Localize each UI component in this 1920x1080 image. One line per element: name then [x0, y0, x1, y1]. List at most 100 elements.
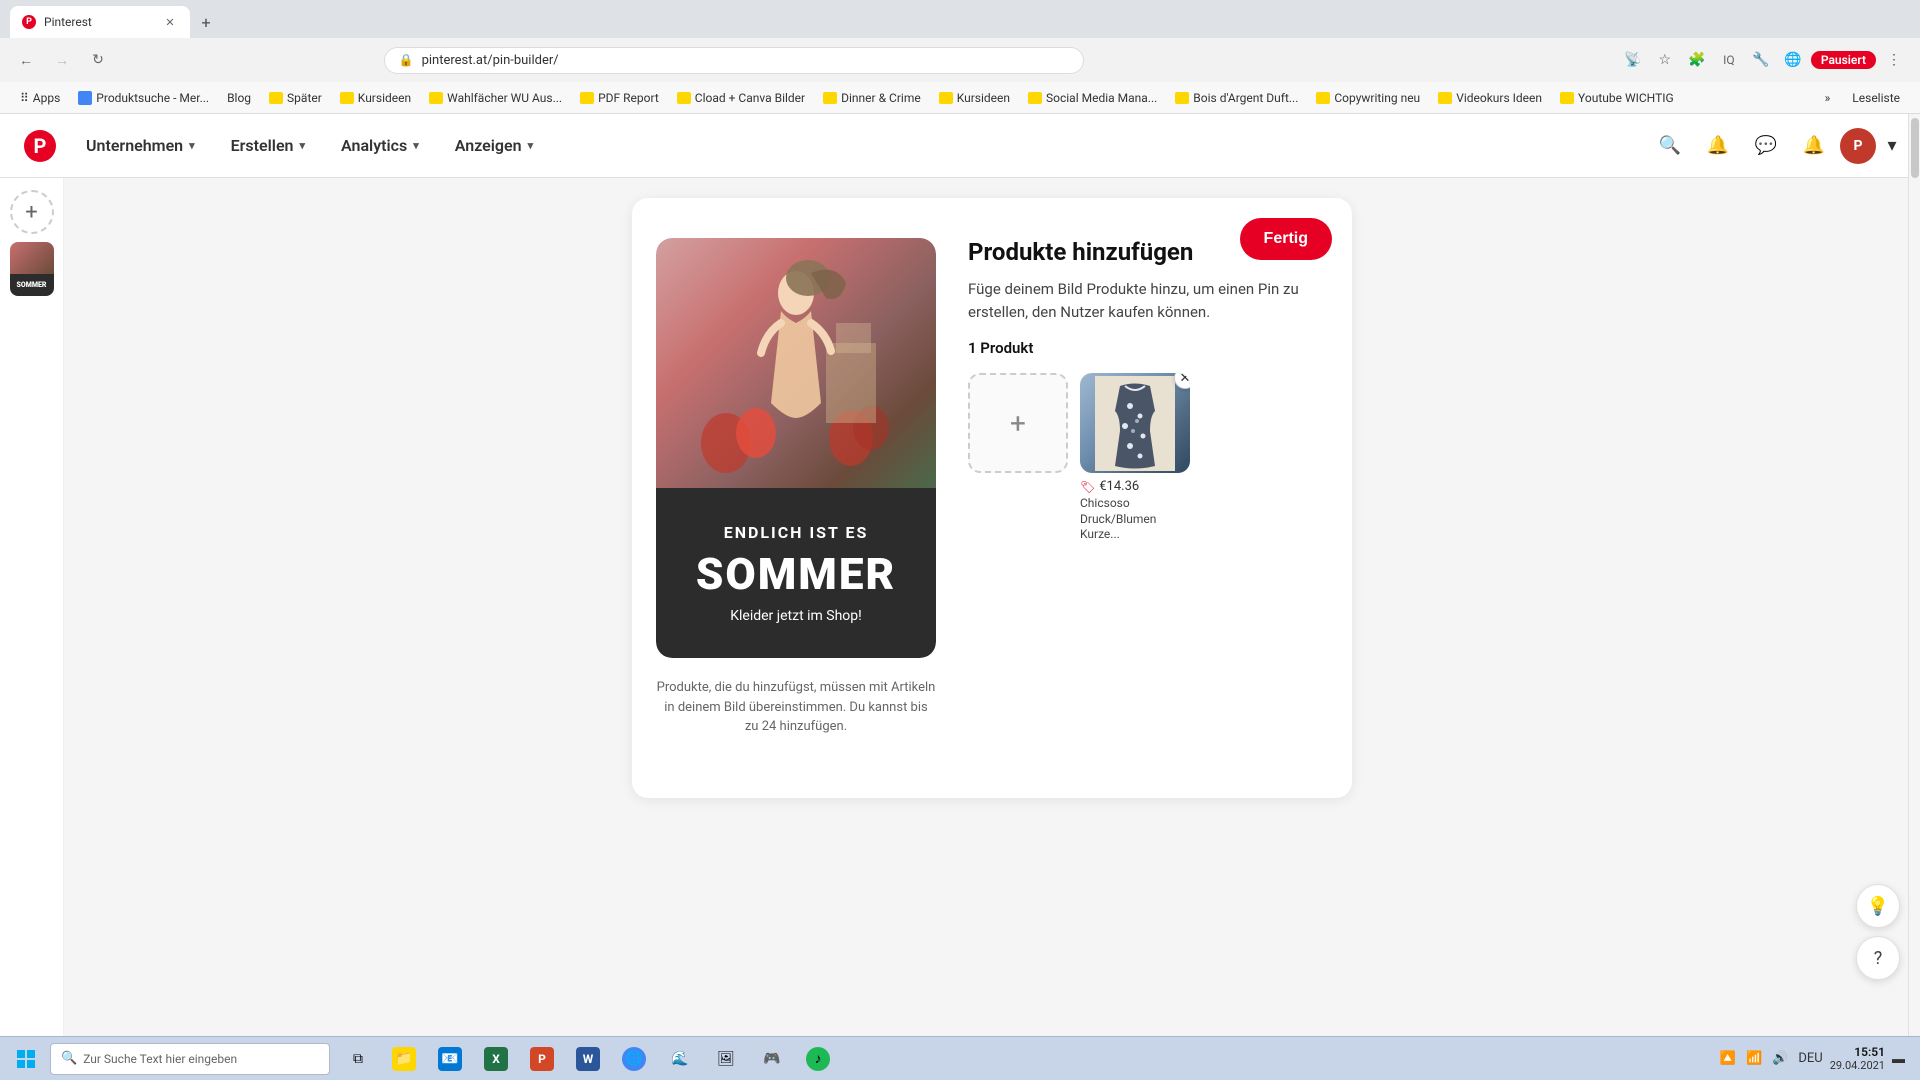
pin-text-endlich: ENDLICH IST ES: [724, 523, 869, 542]
taskbar-app-excel[interactable]: X: [474, 1039, 518, 1079]
pin-thumbnail-preview[interactable]: SOMMER: [10, 242, 54, 296]
activity-button[interactable]: 🔔: [1792, 124, 1836, 168]
pinterest-logo[interactable]: P: [16, 122, 64, 170]
taskbar-app-explorer[interactable]: 📁: [382, 1039, 426, 1079]
lightbulb-button[interactable]: 💡: [1856, 884, 1900, 928]
bookmark-folder-social[interactable]: Social Media Mana...: [1020, 88, 1165, 108]
taskbar-app-browser[interactable]: 🌐: [612, 1039, 656, 1079]
taskbar-app-taskview[interactable]: ⧉: [336, 1039, 380, 1079]
taskbar-app-spotify[interactable]: ♪: [796, 1039, 840, 1079]
left-sidebar: + SOMMER: [0, 178, 64, 1080]
tab-close-icon[interactable]: ✕: [162, 14, 178, 30]
taskbar-show-desktop[interactable]: ▬: [1889, 1049, 1908, 1069]
bookmark-folder-pdf[interactable]: PDF Report: [572, 88, 667, 108]
help-button[interactable]: ?: [1856, 936, 1900, 980]
bookmark-label-copywriting: Copywriting neu: [1334, 91, 1420, 105]
product-count-label: 1 Produkt: [968, 339, 1328, 357]
folder-icon-youtube: [1560, 92, 1574, 104]
bookmark-label-pdf: PDF Report: [598, 91, 659, 105]
iq-button[interactable]: IQ: [1715, 46, 1743, 74]
notifications-button[interactable]: 🔔: [1696, 124, 1740, 168]
user-avatar[interactable]: P: [1840, 128, 1876, 164]
chevron-down-icon-user[interactable]: ▾: [1880, 124, 1904, 168]
search-button[interactable]: 🔍: [1648, 124, 1692, 168]
bookmark-folder-videokurs[interactable]: Videokurs Ideen: [1430, 88, 1550, 108]
search-icon: 🔍: [1659, 135, 1681, 156]
spotify-icon: ♪: [806, 1047, 830, 1071]
taskbar-app-word[interactable]: W: [566, 1039, 610, 1079]
extension3-button[interactable]: 🌐: [1779, 46, 1807, 74]
start-button[interactable]: [4, 1039, 48, 1079]
bookmarks-more[interactable]: »: [1817, 88, 1839, 108]
add-product-slot[interactable]: +: [968, 373, 1068, 473]
nav-item-anzeigen[interactable]: Anzeigen ▾: [441, 128, 547, 163]
scrollbar-thumb[interactable]: [1911, 118, 1919, 178]
forward-button[interactable]: →: [48, 46, 76, 74]
reload-button[interactable]: ↻: [84, 46, 112, 74]
taskbar-app-edge[interactable]: 🌊: [658, 1039, 702, 1079]
add-pin-button[interactable]: +: [10, 190, 54, 234]
taskbar-app-photos[interactable]: 🖼: [704, 1039, 748, 1079]
product-dress-image: [1095, 376, 1175, 471]
bookmark-label-später: Später: [287, 91, 322, 105]
fertig-button[interactable]: Fertig: [1240, 218, 1332, 260]
pin-text-sommer: SOMMER: [696, 548, 896, 600]
taskbar-notification-icon[interactable]: 🔼: [1717, 1049, 1739, 1068]
folder-icon-social: [1028, 92, 1042, 104]
chevron-down-icon-unternehmen: ▾: [189, 139, 195, 152]
bookmark-leseliste[interactable]: Leseliste: [1844, 88, 1908, 108]
messages-button[interactable]: 💬: [1744, 124, 1788, 168]
pin-text-kleider: Kleider jetzt im Shop!: [730, 608, 862, 624]
taskbar-network-icon[interactable]: 📶: [1743, 1049, 1765, 1068]
url-bar[interactable]: 🔒 pinterest.at/pin-builder/: [384, 47, 1084, 74]
bookmark-folder-dinner[interactable]: Dinner & Crime: [815, 88, 929, 108]
bookmark-folder-youtube[interactable]: Youtube WICHTIG: [1552, 88, 1682, 108]
pin-image-wrapper: ENDLICH IST ES SOMMER Kleider jetzt im S…: [656, 238, 936, 658]
more-options-button[interactable]: ⋮: [1880, 46, 1908, 74]
bookmark-button[interactable]: ☆: [1651, 46, 1679, 74]
pinterest-navbar: P Unternehmen ▾ Erstellen ▾ Analytics ▾ …: [0, 114, 1920, 178]
bookmark-folder-wahlfächer[interactable]: Wahlfächer WU Aus...: [421, 88, 570, 108]
extension-button[interactable]: 🧩: [1683, 46, 1711, 74]
bookmark-folder-canva[interactable]: Cload + Canva Bilder: [669, 88, 813, 108]
bookmark-label-kursideen2: Kursideen: [957, 91, 1010, 105]
bookmark-produktsuche[interactable]: Produktsuche - Mer...: [70, 88, 217, 108]
main-content: Fertig: [64, 178, 1920, 1080]
pin-footer-description: Produkte, die du hinzufügst, müssen mit …: [656, 678, 936, 737]
extension2-button[interactable]: 🔧: [1747, 46, 1775, 74]
bookmark-folder-später[interactable]: Später: [261, 88, 330, 108]
bookmark-folder-kursideen2[interactable]: Kursideen: [931, 88, 1018, 108]
taskbar-app-games[interactable]: 🎮: [750, 1039, 794, 1079]
taskbar-app-email[interactable]: 📧: [428, 1039, 472, 1079]
right-scrollbar[interactable]: [1908, 114, 1920, 1036]
bookmark-blog[interactable]: Blog: [219, 88, 259, 108]
bookmarks-apps[interactable]: ⠿ Apps: [12, 88, 68, 108]
nav-icons: 🔍 🔔 💬 🔔 P ▾: [1648, 124, 1904, 168]
bookmark-folder-copywriting[interactable]: Copywriting neu: [1308, 88, 1428, 108]
taskbar-date-display: 29.04.2021: [1830, 1059, 1885, 1072]
user-profile-badge[interactable]: Pausiert: [1811, 51, 1876, 69]
cast-button[interactable]: 📡: [1619, 46, 1647, 74]
back-button[interactable]: ←: [12, 46, 40, 74]
taskbar: 🔍 Zur Suche Text hier eingeben ⧉ 📁 📧 X P…: [0, 1036, 1920, 1080]
bookmark-folder-kursideen1[interactable]: Kursideen: [332, 88, 419, 108]
active-tab[interactable]: Pinterest ✕: [10, 6, 190, 38]
new-tab-button[interactable]: +: [192, 8, 220, 36]
folder-icon-kursideen2: [939, 92, 953, 104]
float-actions: 💡 ?: [1856, 884, 1900, 980]
pin-image-bottom: ENDLICH IST ES SOMMER Kleider jetzt im S…: [656, 488, 936, 658]
taskbar-volume-icon[interactable]: 🔊: [1769, 1049, 1791, 1068]
activity-icon: 🔔: [1803, 135, 1825, 156]
taskbar-app-powerpoint[interactable]: P: [520, 1039, 564, 1079]
folder-icon-pdf: [580, 92, 594, 104]
nav-item-analytics[interactable]: Analytics ▾: [327, 128, 433, 163]
taskbar-clock[interactable]: 15:51 29.04.2021: [1830, 1045, 1885, 1072]
bookmark-folder-bois[interactable]: Bois d'Argent Duft...: [1167, 88, 1306, 108]
nav-item-erstellen[interactable]: Erstellen ▾: [217, 128, 319, 163]
product-card-1: ✕ 🏷 €14.36 Chicsoso Druck/Blumen Kurze..…: [1080, 373, 1190, 543]
folder-icon-kursideen1: [340, 92, 354, 104]
tab-title: Pinterest: [44, 15, 154, 29]
taskbar-search[interactable]: 🔍 Zur Suche Text hier eingeben: [50, 1043, 330, 1075]
nav-item-unternehmen[interactable]: Unternehmen ▾: [72, 128, 209, 163]
taskbar-apps: ⧉ 📁 📧 X P W 🌐 🌊 🖼 🎮 ♪: [336, 1039, 840, 1079]
